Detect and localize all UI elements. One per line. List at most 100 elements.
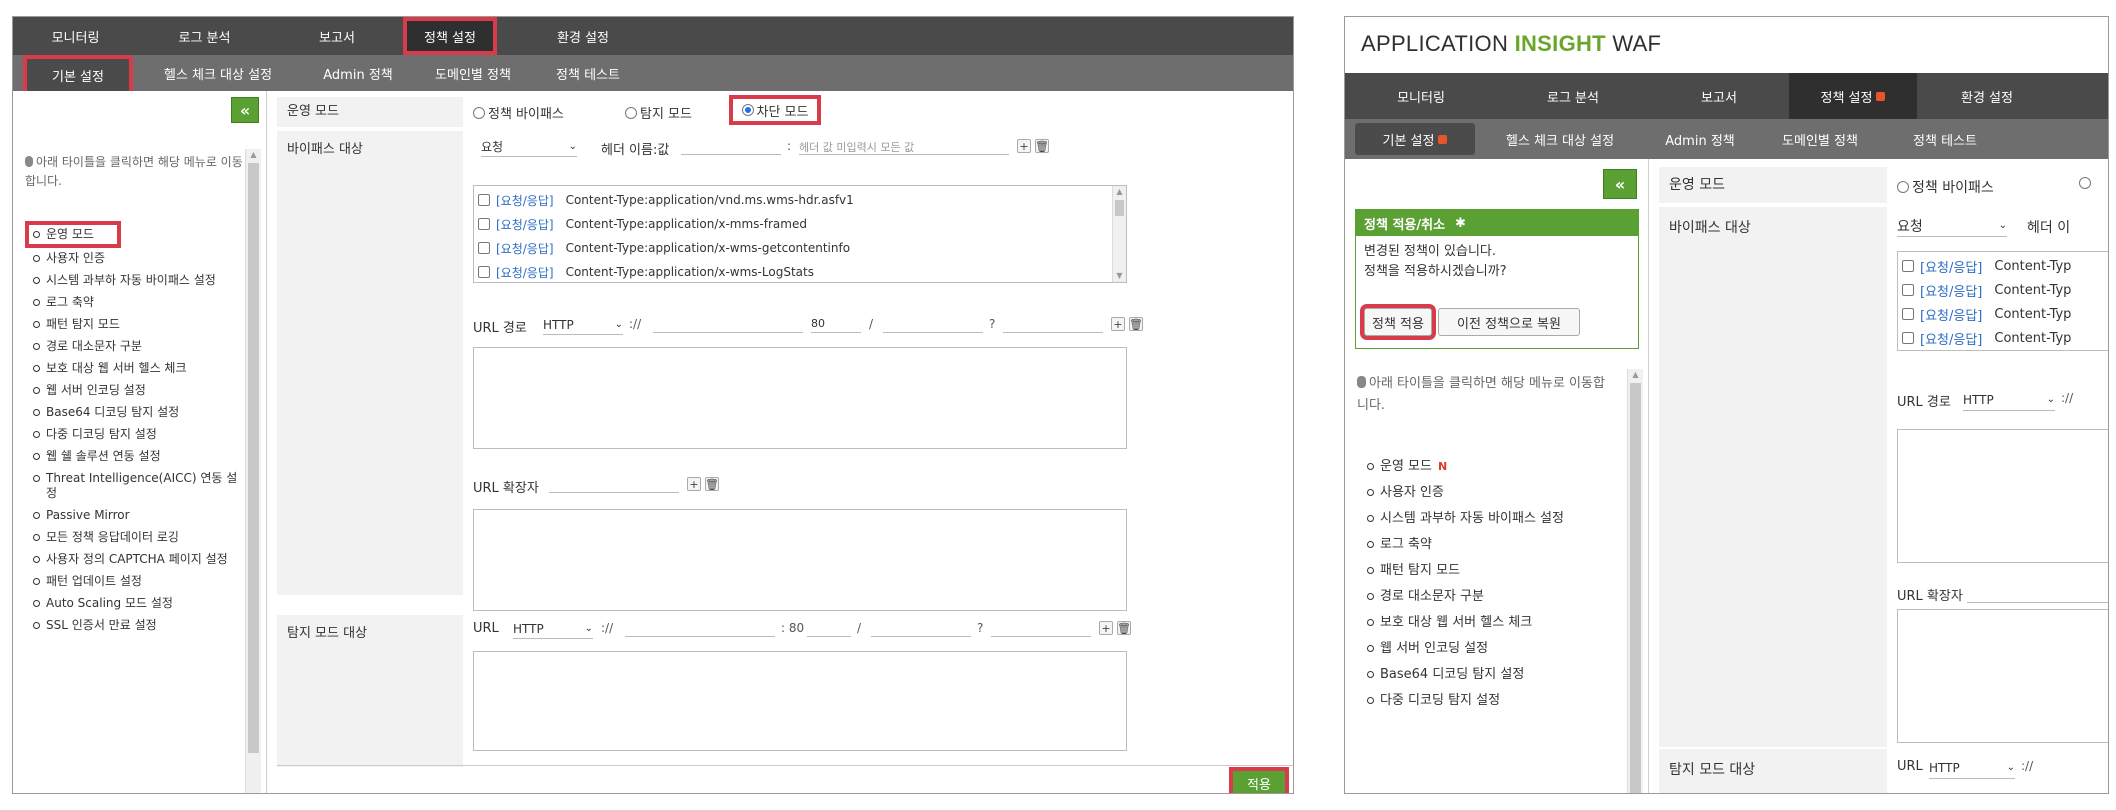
path-input[interactable] <box>871 621 971 637</box>
subnav-basic-settings[interactable]: 기본 설정 <box>23 55 133 95</box>
url-ext-input[interactable] <box>1967 587 2108 603</box>
add-icon[interactable]: + <box>1017 139 1031 153</box>
scheme-select[interactable]: HTTP ⌄ <box>1963 389 2055 411</box>
sidebar-menu-item[interactable]: 웹 서버 인코딩 설정 <box>1367 641 1627 656</box>
row-checkbox[interactable] <box>478 194 490 206</box>
nav-log-analysis[interactable]: 로그 분석 <box>138 17 271 55</box>
scheme-select[interactable]: HTTP ⌄ <box>513 619 593 639</box>
trash-icon[interactable]: 🗑 <box>705 477 719 491</box>
port-input[interactable]: 80 <box>811 317 861 333</box>
url-path-textarea[interactable] <box>1897 429 2108 563</box>
nav-env-settings[interactable]: 환경 설정 <box>497 17 669 55</box>
row-checkbox[interactable] <box>1902 332 1914 344</box>
sidebar-menu-item[interactable]: 시스템 과부하 자동 바이패스 설정 <box>1367 511 1627 526</box>
row-checkbox[interactable] <box>478 242 490 254</box>
detect-url-textarea[interactable] <box>473 651 1127 751</box>
trash-icon[interactable]: 🗑 <box>1117 621 1131 635</box>
sidebar-menu-item[interactable]: 로그 축약 <box>1367 537 1627 552</box>
req-resp-tag-link[interactable]: [요청/응답] <box>1920 281 1982 300</box>
nav-env-settings[interactable]: 환경 설정 <box>1917 73 2057 119</box>
radio-policy-bypass[interactable]: 정책 바이패스 <box>473 103 593 122</box>
nav-report[interactable]: 보고서 <box>1649 73 1789 119</box>
sidebar-menu-item[interactable]: 운영 모드 N <box>1367 459 1627 474</box>
sidebar-menu-item[interactable]: 보호 대상 웹 서버 헬스 체크 <box>33 361 243 376</box>
subnav-policy-test[interactable]: 정책 테스트 <box>1885 130 2005 149</box>
port-input[interactable] <box>807 621 851 637</box>
sidebar-menu-item[interactable]: 경로 대소문자 구분 <box>1367 589 1627 604</box>
sidebar-menu-item[interactable]: 다중 디코딩 탐지 설정 <box>1367 693 1627 708</box>
nav-report[interactable]: 보고서 <box>271 17 403 55</box>
subnav-health-check[interactable]: 헬스 체크 대상 설정 <box>1475 130 1645 149</box>
sidebar-menu-item[interactable]: 사용자 인증 <box>33 251 243 266</box>
nav-policy-settings[interactable]: 정책 설정 <box>1789 73 1917 119</box>
sidebar-menu-item[interactable]: 다중 디코딩 탐지 설정 <box>33 427 243 442</box>
subnav-policy-test[interactable]: 정책 테스트 <box>533 64 643 83</box>
sidebar-scrollbar[interactable]: ▲ <box>245 149 261 793</box>
scroll-up-arrow-icon[interactable]: ▲ <box>246 149 261 161</box>
apply-button[interactable]: 적용 <box>1233 771 1285 793</box>
subnav-domain-policy[interactable]: 도메인별 정책 <box>1755 130 1885 149</box>
nav-monitoring[interactable]: 모니터링 <box>1345 73 1497 119</box>
sidebar-menu-item[interactable]: Auto Scaling 모드 설정 <box>33 596 243 611</box>
sidebar-menu-item[interactable]: 경로 대소문자 구분 <box>33 339 243 354</box>
scroll-down-arrow-icon[interactable]: ▼ <box>1113 270 1126 282</box>
scroll-thumb[interactable] <box>1630 383 1641 793</box>
sidebar-menu-item[interactable]: 로그 축약 <box>33 295 243 310</box>
scroll-up-arrow-icon[interactable]: ▲ <box>1628 369 1643 381</box>
sidebar-menu-item[interactable]: Threat Intelligence(AICC) 연동 설정 <box>33 471 243 501</box>
req-resp-tag-link[interactable]: [요청/응답] <box>1920 329 1982 348</box>
req-resp-tag-link[interactable]: [요청/응답] <box>496 192 554 209</box>
sidebar-menu-item[interactable]: 사용자 정의 CAPTCHA 페이지 설정 <box>33 552 243 567</box>
host-input[interactable] <box>625 621 775 637</box>
subnav-admin-policy[interactable]: Admin 정책 <box>1645 130 1755 149</box>
sidebar-menu-item[interactable]: SSL 인증서 만료 설정 <box>33 618 243 633</box>
header-value-input[interactable]: 헤더 값 미입력시 모든 값 <box>799 139 1009 155</box>
request-select[interactable]: 요청 ⌄ <box>1897 215 2007 237</box>
add-icon[interactable]: + <box>1099 621 1113 635</box>
collapse-sidebar-button[interactable]: « <box>1603 169 1637 199</box>
nav-monitoring[interactable]: 모니터링 <box>13 17 138 55</box>
trash-icon[interactable]: 🗑 <box>1129 317 1143 331</box>
scroll-thumb[interactable] <box>248 163 259 753</box>
sidebar-menu-item[interactable]: 패턴 업데이트 설정 <box>33 574 243 589</box>
radio-detect-mode[interactable] <box>2079 177 2094 189</box>
subnav-health-check[interactable]: 헬스 체크 대상 설정 <box>133 64 303 83</box>
req-resp-tag-link[interactable]: [요청/응답] <box>1920 257 1982 276</box>
row-checkbox[interactable] <box>478 218 490 230</box>
nav-log-analysis[interactable]: 로그 분석 <box>1497 73 1649 119</box>
sidebar-menu-item[interactable]: 패턴 탐지 모드 <box>1367 563 1627 578</box>
sidebar-menu-item[interactable]: 시스템 과부하 자동 바이패스 설정 <box>33 273 243 288</box>
req-resp-tag-link[interactable]: [요청/응답] <box>496 264 554 281</box>
query-input[interactable] <box>991 621 1091 637</box>
sidebar-menu-item[interactable]: 보호 대상 웹 서버 헬스 체크 <box>1367 615 1627 630</box>
row-checkbox[interactable] <box>1902 260 1914 272</box>
header-name-input[interactable] <box>681 139 781 155</box>
sidebar-menu-item[interactable]: Base64 디코딩 탐지 설정 <box>33 405 243 420</box>
url-ext-input[interactable] <box>549 477 679 493</box>
subnav-domain-policy[interactable]: 도메인별 정책 <box>413 64 533 83</box>
scroll-up-arrow-icon[interactable]: ▲ <box>1113 186 1126 198</box>
restore-previous-button[interactable]: 이전 정책으로 복원 <box>1438 308 1580 336</box>
policy-apply-button[interactable]: 정책 적용 <box>1364 308 1432 336</box>
request-select[interactable]: 요청 ⌄ <box>481 137 577 157</box>
sidebar-menu-item[interactable]: 운영 모드 <box>25 221 121 248</box>
sidebar-menu-item[interactable]: 웹 서버 인코딩 설정 <box>33 383 243 398</box>
row-checkbox[interactable] <box>1902 284 1914 296</box>
sidebar-menu-item[interactable]: Passive Mirror <box>33 508 243 523</box>
radio-policy-bypass[interactable]: 정책 바이패스 <box>1897 177 1994 197</box>
radio-detect-mode[interactable]: 탐지 모드 <box>625 103 725 122</box>
add-icon[interactable]: + <box>1111 317 1125 331</box>
url-ext-textarea[interactable] <box>1897 609 2108 743</box>
sidebar-scrollbar[interactable]: ▲ <box>1627 369 1643 793</box>
header-list-scrollbar[interactable]: ▲ ▼ <box>1112 186 1126 282</box>
req-resp-tag-link[interactable]: [요청/응답] <box>496 240 554 257</box>
host-input[interactable] <box>653 317 803 333</box>
url-path-textarea[interactable] <box>473 347 1127 449</box>
row-checkbox[interactable] <box>1902 308 1914 320</box>
url-ext-textarea[interactable] <box>473 509 1127 611</box>
scroll-thumb[interactable] <box>1115 200 1124 216</box>
sidebar-menu-item[interactable]: Base64 디코딩 탐지 설정 <box>1367 667 1627 682</box>
nav-policy-settings[interactable]: 정책 설정 <box>403 17 497 55</box>
add-icon[interactable]: + <box>687 477 701 491</box>
sidebar-menu-item[interactable]: 패턴 탐지 모드 <box>33 317 243 332</box>
